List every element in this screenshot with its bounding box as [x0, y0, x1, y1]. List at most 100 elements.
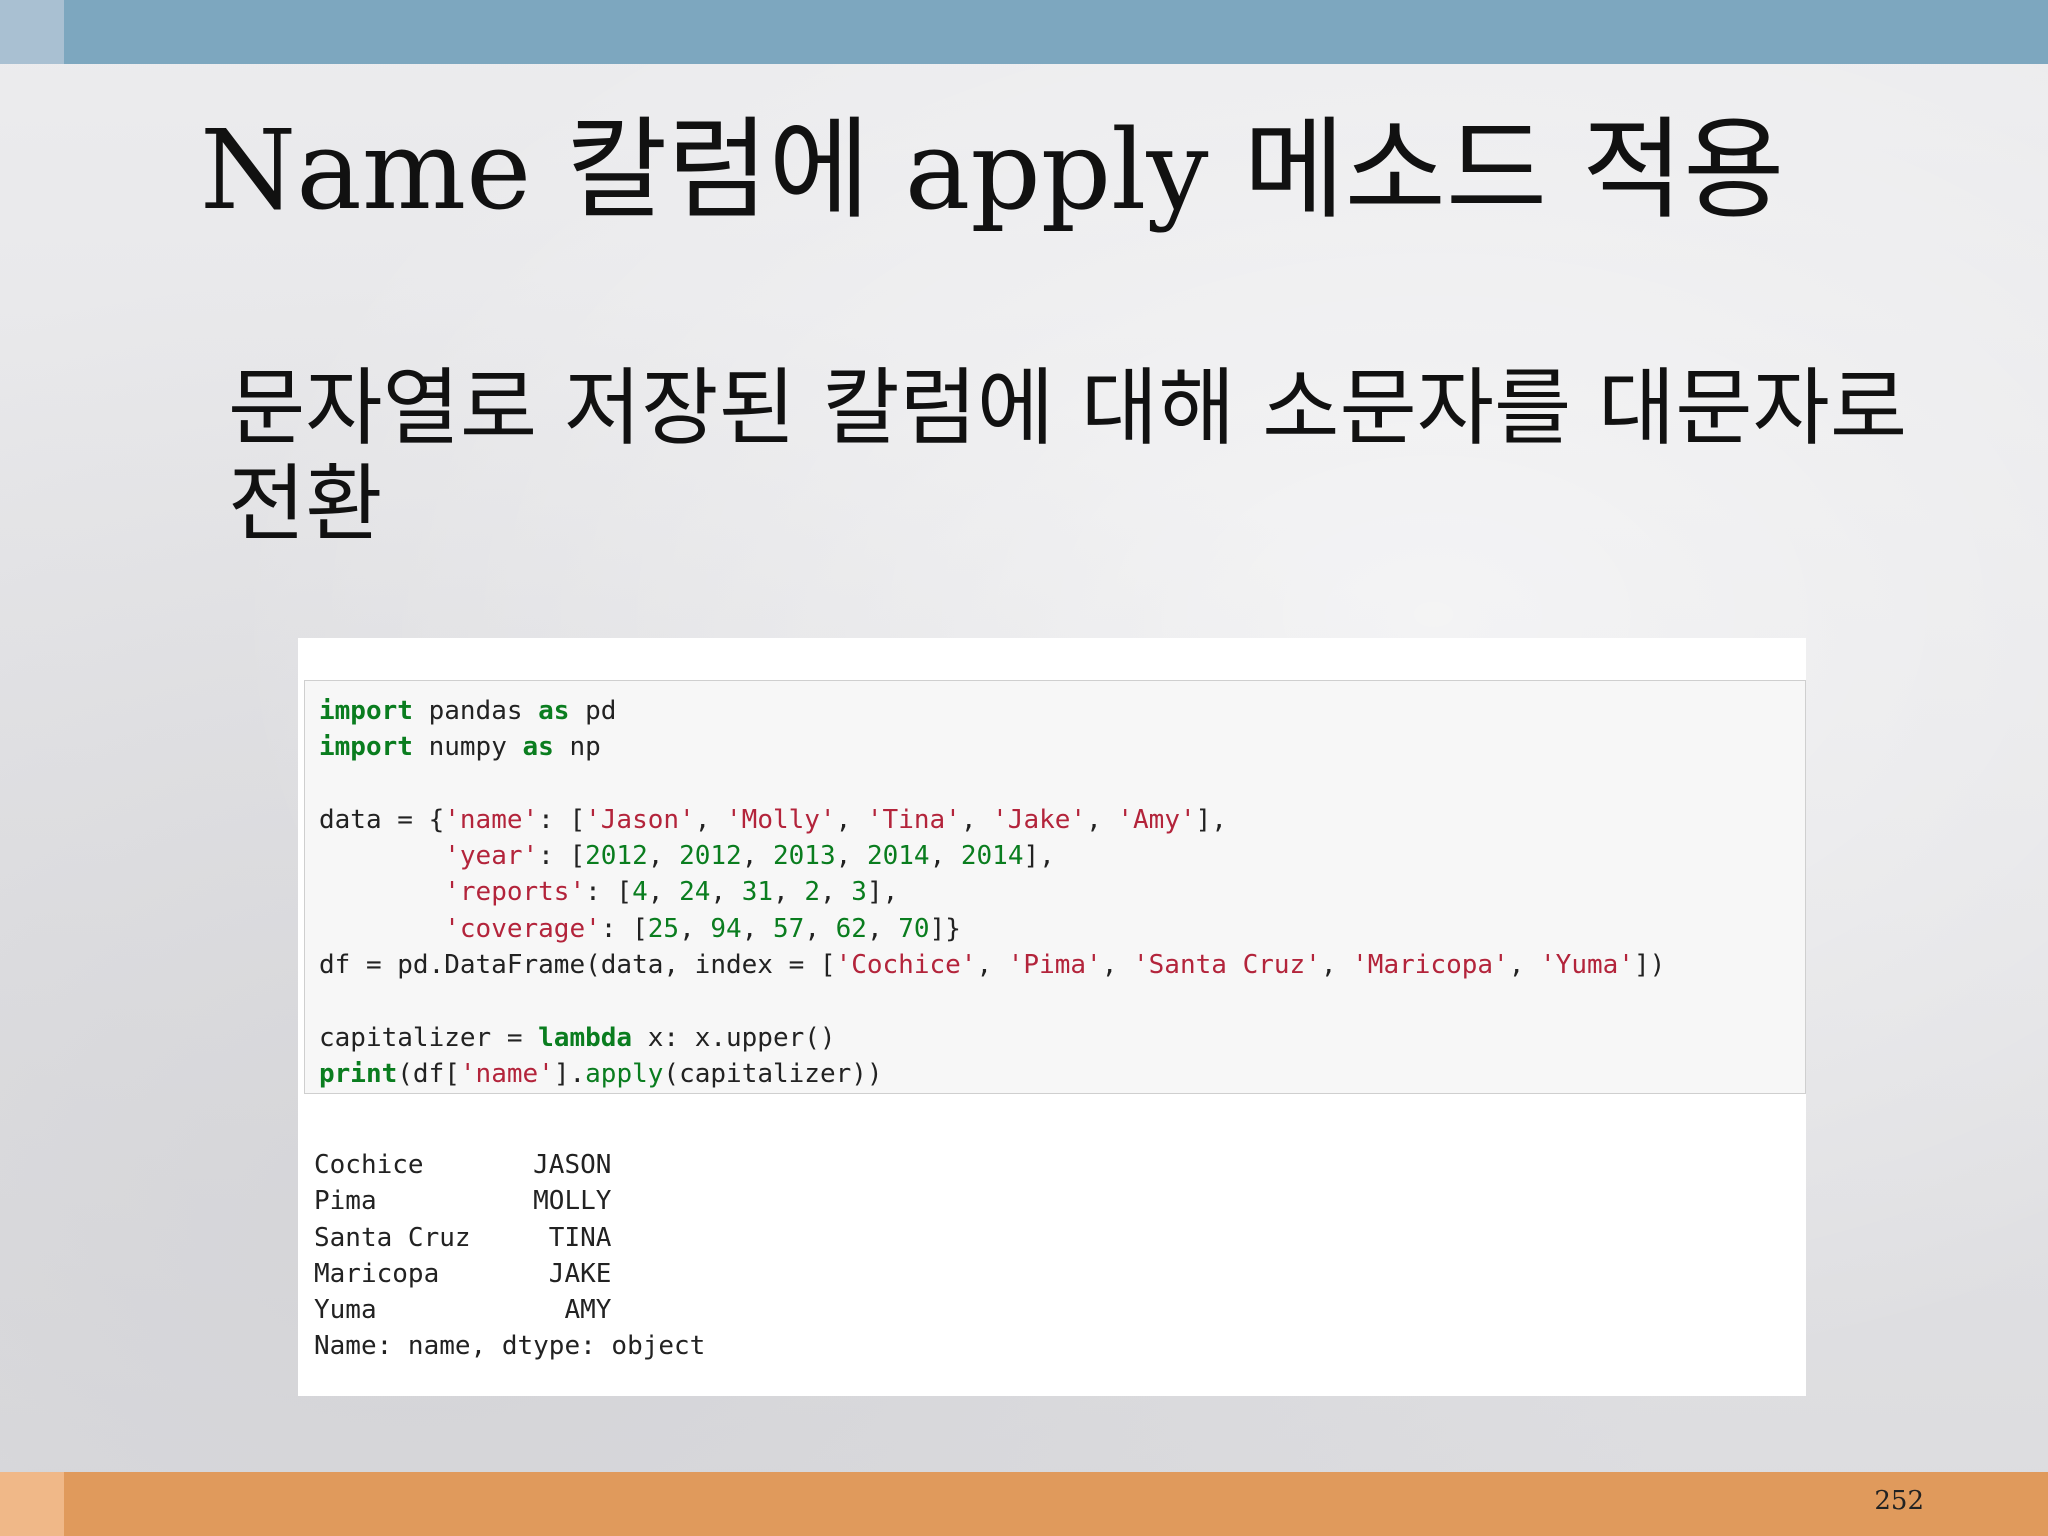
- code-token: ,: [647, 877, 680, 908]
- code-token-fn: apply: [585, 1058, 664, 1089]
- code-token-str: 'Santa Cruz': [1133, 950, 1321, 981]
- code-token-num: 2013: [773, 841, 836, 872]
- top-accent-block: [0, 0, 64, 64]
- code-token-num: 31: [741, 877, 773, 908]
- code-token: ,: [647, 841, 680, 872]
- code-token-kw: print: [319, 1058, 398, 1089]
- code-token: ],: [1023, 841, 1055, 872]
- code-line: df = pd.DataFrame(data, index = ['Cochic…: [319, 950, 1665, 980]
- code-token: ,: [694, 804, 727, 835]
- output-line: Name: name, dtype: object: [314, 1331, 706, 1362]
- code-token: np: [553, 732, 601, 763]
- code-line: 'reports': [4, 24, 31, 2, 3],: [319, 877, 898, 907]
- code-token-str: 'Jake': [992, 804, 1087, 835]
- output-line: Santa Cruz TINA: [314, 1222, 612, 1253]
- code-token: : [: [538, 804, 586, 835]
- code-token: ,: [835, 804, 867, 835]
- code-token: (capitalizer)): [663, 1058, 883, 1089]
- code-token: ]}: [929, 913, 961, 944]
- code-token: ,: [929, 841, 961, 872]
- code-token-num: 94: [710, 913, 742, 944]
- code-token-str: 'Amy': [1117, 804, 1196, 835]
- code-token-str: 'Molly': [726, 804, 836, 835]
- code-token: pandas: [412, 696, 539, 726]
- output-line: Cochice JASON: [314, 1150, 612, 1180]
- code-line: import pandas as pd: [319, 696, 616, 726]
- code-token: ],: [866, 877, 899, 908]
- code-token: ,: [741, 913, 773, 944]
- code-token: (df[: [397, 1058, 460, 1089]
- code-line: 'coverage': [25, 94, 57, 62, 70]}: [319, 914, 961, 944]
- code-token-kw: import: [319, 732, 413, 763]
- code-token: ,: [773, 877, 805, 908]
- code-token: ],: [1195, 804, 1227, 835]
- code-token: : [: [600, 913, 648, 944]
- code-token-kw: lambda: [538, 1022, 633, 1053]
- code-token-num: 25: [647, 913, 680, 944]
- code-token-num: 70: [898, 913, 930, 944]
- code-token: numpy: [412, 732, 523, 763]
- code-token-str: 'coverage': [444, 913, 601, 944]
- code-token: ].: [553, 1058, 586, 1089]
- code-token-str: 'Yuma': [1540, 950, 1634, 981]
- code-token: ,: [710, 877, 742, 908]
- code-token: : [: [585, 877, 633, 908]
- page-number: 252: [1874, 1486, 1924, 1516]
- code-token-num: 57: [773, 913, 805, 944]
- code-token: ]): [1633, 950, 1666, 981]
- output-line: Maricopa JAKE: [314, 1258, 612, 1289]
- code-token: : [: [538, 841, 586, 872]
- code-line: capitalizer = lambda x: x.upper(): [319, 1023, 836, 1053]
- code-token: pd: [569, 696, 617, 726]
- code-token: ,: [1320, 950, 1353, 981]
- output-line: Yuma AMY: [314, 1295, 612, 1326]
- code-token-num: 62: [835, 913, 867, 944]
- top-accent-bar: [64, 0, 2048, 64]
- code-token-num: 2012: [679, 841, 742, 872]
- code-token-num: 2014: [866, 841, 930, 872]
- code-token: ,: [960, 804, 993, 835]
- code-token-str: 'reports': [444, 877, 586, 908]
- code-token-kw: as: [522, 732, 554, 763]
- code-token-str: 'name': [444, 804, 539, 835]
- code-token-num: 2: [804, 877, 820, 908]
- code-token: capitalizer =: [319, 1022, 539, 1053]
- code-line: data = {'name': ['Jason', 'Molly', 'Tina…: [319, 805, 1227, 835]
- code-token: ,: [1101, 950, 1133, 981]
- code-token-num: 2014: [960, 841, 1024, 872]
- bottom-accent-bar: [64, 1472, 2048, 1536]
- code-token: ,: [1086, 804, 1118, 835]
- notebook-screenshot: import pandas as pd import numpy as np d…: [298, 638, 1806, 1396]
- code-block: import pandas as pd import numpy as np d…: [319, 693, 1665, 1092]
- code-token-num: 3: [851, 877, 867, 908]
- code-line: 'year': [2012, 2012, 2013, 2014, 2014],: [319, 841, 1055, 871]
- code-token: ,: [819, 877, 852, 908]
- code-token: ,: [679, 913, 711, 944]
- code-line: print(df['name'].apply(capitalizer)): [319, 1059, 883, 1089]
- code-token: df = pd.DataFrame(data, index = [: [319, 950, 836, 981]
- code-token-str: 'Jason': [585, 804, 695, 835]
- code-token: ,: [835, 841, 867, 872]
- code-token-num: 2012: [585, 841, 648, 872]
- code-token-str: 'Tina': [866, 804, 961, 835]
- code-token-str: 'year': [444, 841, 539, 872]
- code-token-str: 'Cochice': [835, 950, 977, 981]
- code-token: ,: [866, 913, 899, 944]
- code-line: import numpy as np: [319, 732, 601, 762]
- code-token-str: 'Pima': [1007, 950, 1102, 981]
- code-token: x: x.upper(): [632, 1022, 836, 1053]
- output-line: Pima MOLLY: [314, 1186, 612, 1217]
- bottom-accent-block: [0, 1472, 64, 1536]
- code-output: Cochice JASON Pima MOLLY Santa Cruz TINA…: [314, 1147, 705, 1365]
- code-token: ,: [1508, 950, 1541, 981]
- code-token-kw: as: [538, 696, 570, 726]
- code-token-num: 24: [679, 877, 711, 908]
- bullet-text: 문자열로 저장된 칼럼에 대해 소문자를 대문자로 전환: [228, 359, 1908, 553]
- code-token: ,: [804, 913, 836, 944]
- slide-title: Name 칼럼에 apply 메소드 적용: [200, 106, 1785, 234]
- code-token: ,: [976, 950, 1008, 981]
- code-token-num: 4: [632, 877, 648, 908]
- code-token-str: 'Maricopa': [1352, 950, 1509, 981]
